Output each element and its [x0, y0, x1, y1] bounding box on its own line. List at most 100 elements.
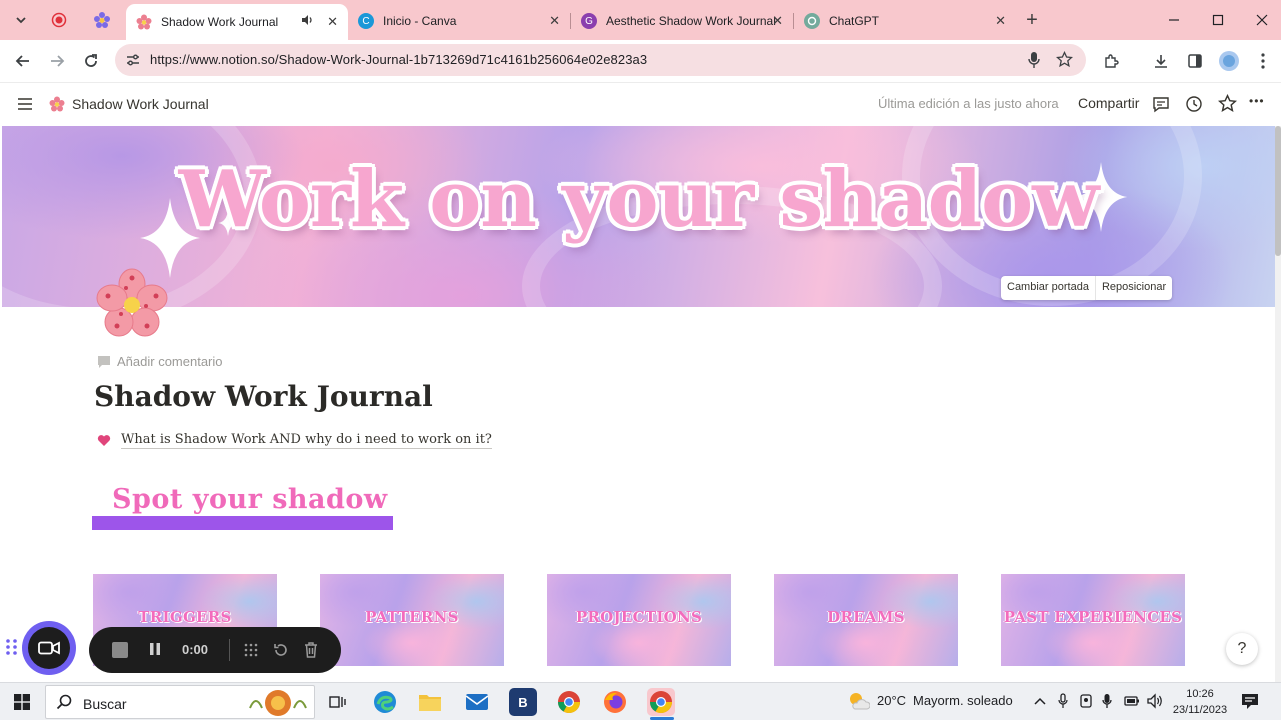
scrollbar-thumb[interactable]	[1275, 126, 1281, 256]
last-edited-text: Última edición a las justo ahora	[878, 96, 1059, 111]
address-bar[interactable]: https://www.notion.so/Shadow-Work-Journa…	[115, 44, 1086, 76]
chatgpt-favicon-icon	[804, 13, 820, 29]
task-view-icon[interactable]	[324, 688, 352, 716]
stop-recording-button[interactable]	[111, 641, 129, 662]
grid-dots-icon[interactable]	[243, 642, 259, 661]
show-hidden-icons-chevron-icon[interactable]	[1034, 694, 1046, 709]
notion-flower-favicon-icon	[136, 14, 152, 30]
chrome-icon[interactable]	[555, 688, 583, 716]
change-cover-button[interactable]: Cambiar portada	[1001, 276, 1095, 300]
search-highlight-image	[249, 690, 307, 716]
add-comment-label: Añadir comentario	[117, 354, 223, 369]
camera-tray-icon[interactable]	[1079, 693, 1093, 712]
volume-icon[interactable]	[1146, 693, 1164, 712]
canva-favicon-icon: C	[358, 13, 374, 29]
tab-close-icon[interactable]: ✕	[327, 14, 338, 30]
page-flower-icon	[49, 96, 65, 117]
back-arrow-icon[interactable]	[10, 49, 36, 73]
tab-close-icon[interactable]: ✕	[995, 13, 1006, 29]
minimize-window-button[interactable]	[1152, 8, 1196, 32]
browser-menu-icon[interactable]	[1250, 49, 1276, 73]
search-icon	[56, 694, 72, 715]
comment-icon	[98, 355, 110, 368]
url-text: https://www.notion.so/Shadow-Work-Journa…	[150, 52, 648, 67]
card-label: PAST EXPERIENCES	[1003, 608, 1183, 626]
tab-aesthetic-shadow-work[interactable]: G Aesthetic Shadow Work Journal ✕	[571, 6, 793, 36]
add-comment-button[interactable]: Añadir comentario	[97, 354, 223, 369]
browser-toolbar: https://www.notion.so/Shadow-Work-Journa…	[0, 40, 1281, 82]
more-options-icon[interactable]: •••	[1249, 94, 1265, 108]
gallery-card-dreams[interactable]: DREAMS	[774, 574, 958, 666]
microphone-tray-icon[interactable]	[1058, 693, 1068, 712]
extensions-puzzle-icon[interactable]	[1098, 49, 1124, 73]
trash-icon[interactable]	[303, 641, 319, 662]
camera-icon	[28, 627, 70, 669]
mail-icon[interactable]	[463, 688, 491, 716]
reposition-cover-button[interactable]: Reposicionar	[1096, 276, 1172, 300]
flower-app-icon[interactable]	[89, 8, 115, 32]
maximize-window-button[interactable]	[1196, 8, 1240, 32]
comments-icon[interactable]	[1152, 95, 1170, 118]
tab-shadow-work-journal[interactable]: Shadow Work Journal ✕	[126, 4, 348, 40]
sidebar-menu-icon[interactable]	[17, 97, 33, 116]
tab-close-icon[interactable]: ✕	[772, 13, 783, 29]
chrome-profile-active-icon[interactable]	[647, 688, 675, 716]
windows-start-icon[interactable]	[14, 694, 30, 715]
tab-title: Shadow Work Journal	[161, 15, 279, 29]
tab-chatgpt[interactable]: ChatGPT ✕	[794, 6, 1016, 36]
recording-timer: 0:00	[182, 642, 209, 657]
battery-icon[interactable]	[1124, 695, 1140, 710]
edge-browser-icon[interactable]	[371, 688, 399, 716]
recording-extension-icon[interactable]	[46, 8, 72, 32]
heading-underline-bar	[92, 516, 393, 530]
notifications-icon[interactable]	[1241, 693, 1259, 715]
download-icon[interactable]	[1148, 49, 1174, 73]
weather-description: Mayorm. soleado	[913, 693, 1013, 708]
site-settings-icon[interactable]	[125, 52, 141, 73]
callout-link[interactable]: What is Shadow Work AND why do i need to…	[97, 432, 492, 449]
drag-handle-icon[interactable]	[5, 637, 19, 657]
breadcrumb-page-title[interactable]: Shadow Work Journal	[72, 96, 209, 112]
history-clock-icon[interactable]	[1185, 95, 1203, 118]
recorder-camera-button[interactable]	[22, 621, 76, 675]
forward-arrow-icon[interactable]	[44, 49, 70, 73]
side-panel-icon[interactable]	[1182, 49, 1208, 73]
reload-icon[interactable]	[78, 49, 104, 73]
weather-sun-cloud-icon[interactable]	[848, 691, 871, 716]
firefox-icon[interactable]	[601, 688, 629, 716]
section-heading: Spot your shadow	[112, 484, 388, 515]
clock-time: 10:26	[1186, 688, 1214, 700]
heart-icon	[97, 435, 111, 446]
b-app-icon[interactable]: B	[509, 688, 537, 716]
tab-search-chevron-icon[interactable]	[8, 8, 34, 32]
bookmark-star-icon[interactable]	[1055, 50, 1074, 73]
page-title[interactable]: Shadow Work Journal	[94, 380, 433, 413]
tab-title: ChatGPT	[829, 14, 880, 28]
tab-title: Aesthetic Shadow Work Journal	[606, 14, 776, 28]
pause-icon[interactable]	[149, 642, 161, 659]
gallery-card-patterns[interactable]: PATTERNS	[320, 574, 504, 666]
taskbar-clock[interactable]: 10:26 23/11/2023	[1170, 686, 1230, 718]
restart-icon[interactable]	[273, 642, 289, 661]
page-scrollbar[interactable]	[1275, 126, 1281, 682]
profile-avatar[interactable]	[1216, 49, 1242, 73]
page-flower-icon[interactable]	[96, 268, 168, 340]
help-button[interactable]: ?	[1226, 633, 1258, 665]
favorite-star-icon[interactable]	[1217, 93, 1238, 118]
tab-close-icon[interactable]: ✕	[549, 13, 560, 29]
file-explorer-icon[interactable]	[416, 688, 444, 716]
taskbar-search-box[interactable]: Buscar	[45, 685, 315, 719]
gallery-card-projections[interactable]: PROJECTIONS	[547, 574, 731, 666]
microphone-in-use-icon[interactable]	[1102, 693, 1112, 712]
new-tab-button[interactable]: +	[1019, 8, 1045, 32]
tab-canva[interactable]: C Inicio - Canva ✕	[348, 6, 570, 36]
search-label: Buscar	[83, 696, 127, 712]
card-label: PROJECTIONS	[575, 608, 703, 626]
speaker-icon[interactable]	[300, 13, 314, 30]
recorder-controls: 0:00	[89, 627, 341, 673]
notion-topbar: Shadow Work Journal Última edición a las…	[0, 82, 1281, 126]
close-window-button[interactable]	[1240, 8, 1281, 32]
share-button[interactable]: Compartir	[1078, 95, 1139, 111]
microphone-icon[interactable]	[1027, 51, 1041, 74]
gallery-card-past-experiences[interactable]: PAST EXPERIENCES	[1001, 574, 1185, 666]
